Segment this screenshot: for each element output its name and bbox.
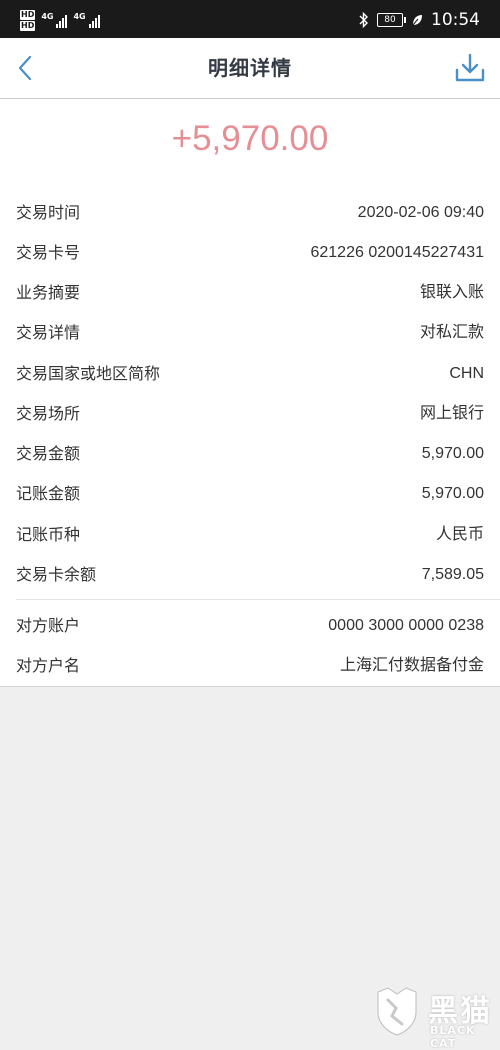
clock: 10:54	[431, 10, 480, 30]
detail-label: 交易时间	[16, 203, 81, 222]
hd-badge-top: HD	[20, 9, 36, 20]
detail-label: 对方账户	[16, 616, 81, 635]
detail-label: 交易国家或地区简称	[16, 364, 161, 383]
watermark: 黑猫 BLACK CAT	[372, 982, 500, 1050]
detail-row-time: 交易时间 2020-02-06 09:40	[16, 198, 484, 228]
detail-row-card-number: 交易卡号 621226 0200145227431	[16, 238, 484, 268]
detail-label: 记账金额	[16, 484, 81, 503]
detail-label: 交易详情	[16, 323, 81, 342]
status-right: 80 10:54	[359, 6, 480, 34]
transaction-amount: +5,970.00	[171, 119, 329, 158]
detail-row-venue: 交易场所 网上银行	[16, 399, 484, 429]
section-divider	[16, 599, 500, 600]
status-bar: HD HD 4G 4G 80 10:54	[0, 0, 500, 38]
network-type-bottom: 4G	[73, 11, 86, 21]
detail-value: 2020-02-06 09:40	[357, 204, 484, 221]
signal-icon	[56, 12, 68, 28]
detail-label: 对方户名	[16, 656, 81, 675]
detail-row-counterparty-account: 对方账户 0000 3000 0000 0238	[16, 611, 484, 641]
page-title: 明细详情	[208, 56, 292, 80]
detail-value: 网上银行	[419, 405, 484, 422]
network-type-top: 4G	[41, 11, 54, 21]
detail-row-balance: 交易卡余额 7,589.05	[16, 560, 484, 590]
signal-icon-2	[88, 12, 100, 28]
detail-label: 记账币种	[16, 525, 81, 544]
bluetooth-icon	[359, 12, 368, 28]
detail-row-summary: 业务摘要 银联入账	[16, 278, 484, 308]
detail-value: 5,970.00	[421, 445, 484, 462]
detail-label: 交易卡余额	[16, 565, 97, 584]
detail-label: 业务摘要	[16, 283, 81, 302]
hd-badges: HD HD	[20, 9, 36, 31]
status-left: HD HD 4G 4G	[20, 6, 100, 34]
nav-bar: 明细详情	[0, 38, 500, 99]
battery-icon: 80	[377, 13, 406, 27]
detail-label: 交易场所	[16, 404, 81, 423]
detail-value: 银联入账	[419, 284, 484, 301]
leaf-icon	[412, 15, 422, 26]
download-icon[interactable]	[454, 52, 486, 84]
detail-label: 交易卡号	[16, 243, 81, 262]
battery-level: 80	[384, 15, 396, 25]
detail-label: 交易金额	[16, 444, 81, 463]
detail-value: 人民币	[435, 526, 484, 543]
detail-value: 对私汇款	[419, 324, 484, 341]
detail-value: 5,970.00	[421, 485, 484, 502]
detail-row-counterparty-name: 对方户名 上海汇付数据备付金	[16, 651, 484, 681]
detail-value: 0000 3000 0000 0238	[328, 617, 484, 634]
detail-value: CHN	[449, 365, 484, 382]
detail-value: 上海汇付数据备付金	[339, 657, 484, 674]
detail-value: 621226 0200145227431	[310, 244, 484, 261]
detail-row-description: 交易详情 对私汇款	[16, 318, 484, 348]
detail-row-currency: 记账币种 人民币	[16, 520, 484, 550]
cat-shield-icon	[377, 987, 417, 1036]
watermark-subtitle: BLACK CAT	[430, 1024, 476, 1050]
detail-row-transaction-amount: 交易金额 5,970.00	[16, 439, 484, 469]
detail-panel: +5,970.00 交易时间 2020-02-06 09:40 交易卡号 621…	[0, 99, 500, 687]
detail-row-posted-amount: 记账金额 5,970.00	[16, 479, 484, 509]
hd-badge-bottom: HD	[20, 20, 36, 31]
detail-row-country: 交易国家或地区简称 CHN	[16, 359, 484, 389]
detail-value: 7,589.05	[421, 566, 484, 583]
